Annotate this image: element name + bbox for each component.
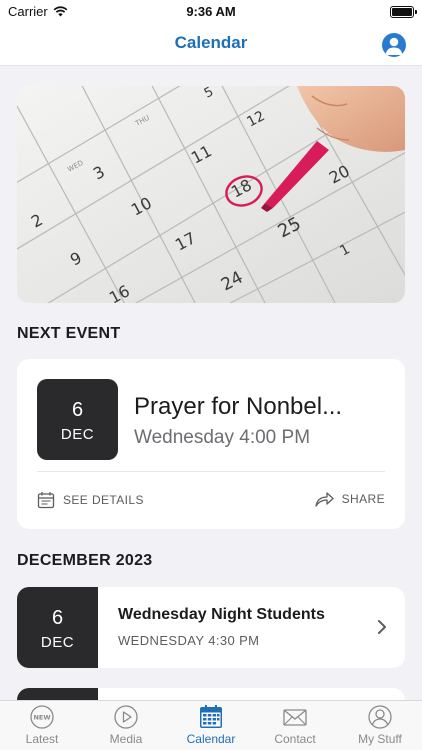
envelope-icon bbox=[283, 709, 307, 726]
tab-bar: NEW Latest Media Calendar Contact My Stu… bbox=[0, 700, 422, 750]
profile-button[interactable] bbox=[382, 33, 406, 57]
month-heading: DECEMBER 2023 bbox=[17, 552, 153, 569]
tab-label: Calendar bbox=[186, 732, 236, 746]
person-icon bbox=[368, 705, 392, 729]
calendar-icon bbox=[200, 705, 222, 728]
date-tile: 6 DEC bbox=[37, 379, 118, 460]
navigation-bar: Calendar bbox=[0, 24, 422, 66]
see-details-button[interactable]: SEE DETAILS bbox=[37, 491, 144, 509]
tab-latest[interactable]: NEW Latest bbox=[0, 704, 84, 746]
next-event-card[interactable]: 6 DEC Prayer for Nonbel... Wednesday 4:0… bbox=[17, 359, 405, 529]
tab-label: Media bbox=[109, 732, 143, 746]
divider bbox=[37, 471, 385, 472]
tab-label: Latest bbox=[25, 732, 59, 746]
date-tile: 6 DEC bbox=[17, 587, 98, 668]
calendar-photo: 5 12 THU WED 11 3 18 10 2 25 17 20 9 24 … bbox=[17, 86, 405, 303]
see-details-label: SEE DETAILS bbox=[63, 493, 144, 507]
event-time: WEDNESDAY 4:30 PM bbox=[118, 633, 260, 648]
tab-contact[interactable]: Contact bbox=[253, 704, 337, 746]
share-button[interactable]: SHARE bbox=[314, 491, 385, 507]
hero-image: 5 12 THU WED 11 3 18 10 2 25 17 20 9 24 … bbox=[17, 86, 405, 303]
battery-icon bbox=[390, 6, 417, 18]
clock: 9:36 AM bbox=[186, 4, 236, 19]
event-list-item[interactable]: 6 DEC Wednesday Night Students WEDNESDAY… bbox=[17, 587, 405, 668]
tab-my-stuff[interactable]: My Stuff bbox=[338, 704, 422, 746]
status-bar: Carrier 9:36 AM bbox=[0, 0, 422, 24]
tab-calendar[interactable]: Calendar bbox=[169, 704, 253, 746]
calendar-icon bbox=[37, 492, 55, 509]
date-month: DEC bbox=[60, 426, 95, 443]
event-title: Prayer for Nonbel... bbox=[134, 393, 343, 420]
share-label: SHARE bbox=[341, 492, 385, 506]
svg-text:NEW: NEW bbox=[33, 714, 50, 722]
new-badge-icon: NEW bbox=[30, 705, 54, 729]
share-icon bbox=[315, 492, 334, 507]
date-day: 6 bbox=[51, 607, 64, 629]
page-title: Calendar bbox=[174, 33, 248, 52]
date-day: 6 bbox=[71, 399, 84, 421]
play-icon bbox=[114, 705, 138, 729]
event-title: Wednesday Night Students bbox=[118, 606, 325, 623]
tab-media[interactable]: Media bbox=[84, 704, 168, 746]
date-month: DEC bbox=[40, 634, 75, 651]
tab-label: Contact bbox=[274, 732, 316, 746]
event-time: Wednesday 4:00 PM bbox=[134, 427, 311, 448]
person-icon bbox=[385, 37, 403, 55]
next-event-heading: NEXT EVENT bbox=[17, 325, 121, 342]
chevron-right-icon bbox=[378, 620, 386, 634]
tab-label: My Stuff bbox=[358, 732, 402, 746]
